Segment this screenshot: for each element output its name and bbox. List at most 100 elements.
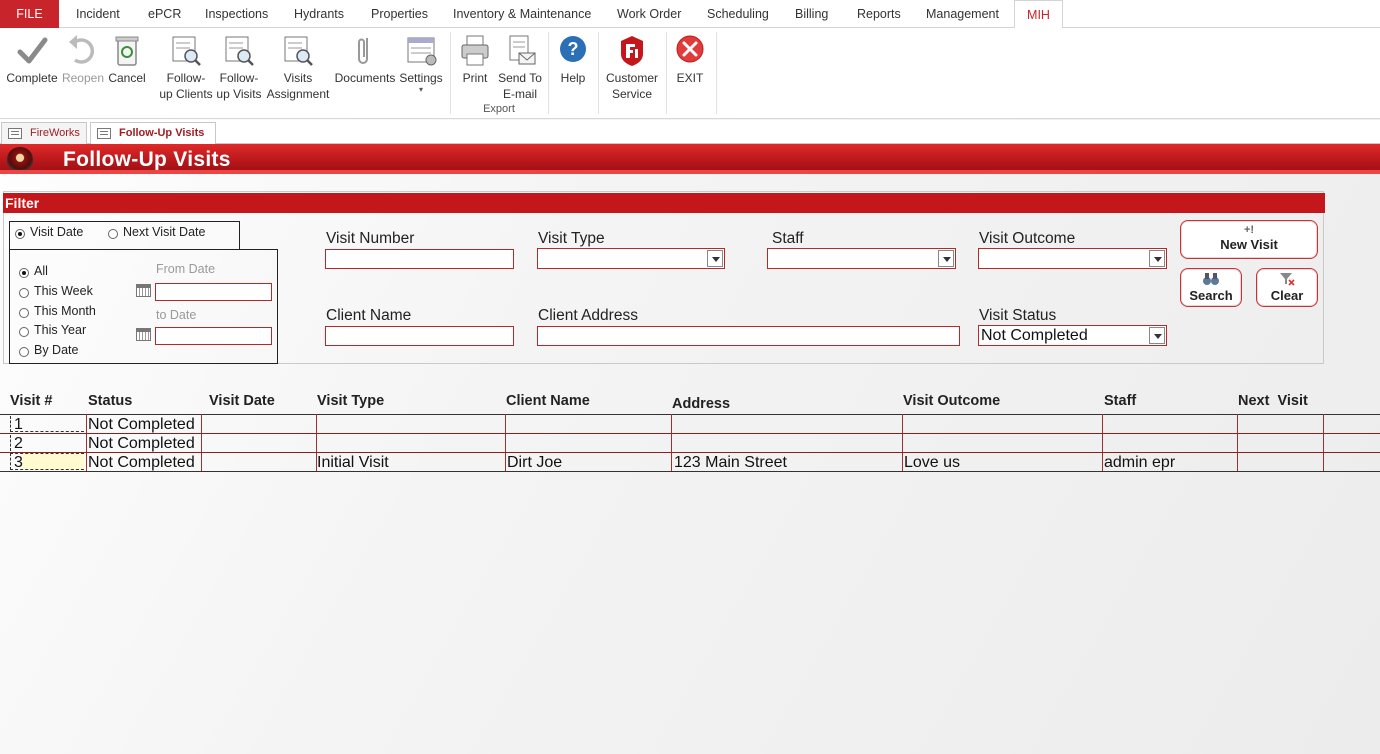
search-button[interactable]: Search (1180, 268, 1242, 307)
column-header-address[interactable]: Address (672, 396, 730, 412)
calendar-icon[interactable] (136, 328, 151, 341)
visit-type-label: Visit Type (538, 230, 605, 247)
column-header-visit-type[interactable]: Visit Type (317, 393, 384, 409)
cell-visit-no[interactable]: 1 (10, 416, 84, 433)
reopen-label: Reopen (61, 71, 105, 85)
column-header-visit-date[interactable]: Visit Date (209, 393, 275, 409)
cell-visit-no[interactable]: 2 (10, 435, 84, 452)
tab-fireworks[interactable]: FireWorks (1, 122, 87, 144)
radio-next-visit-date[interactable]: Next Visit Date (108, 225, 205, 239)
cell-status: Not Completed (88, 454, 195, 471)
add-record-icon: +! (1243, 224, 1255, 236)
menu-incident[interactable]: Incident (76, 0, 120, 28)
help-button[interactable]: ? Help (553, 32, 593, 86)
menu-inspections[interactable]: Inspections (205, 0, 268, 28)
radio-this-week[interactable]: This Week (19, 284, 93, 298)
to-date-input[interactable] (155, 327, 272, 345)
page-title-bar: Follow-Up Visits (0, 144, 1380, 174)
to-date-label: to Date (156, 308, 197, 322)
customer-service-label-1: Customer (605, 71, 658, 85)
cell-visit-no[interactable]: 3 (10, 453, 84, 471)
menu-epcr[interactable]: ePCR (148, 0, 181, 28)
radio-by-date[interactable]: By Date (19, 343, 78, 357)
cell-visit-type: Initial Visit (317, 454, 389, 471)
column-header-staff[interactable]: Staff (1104, 393, 1136, 409)
visits-assignment-button[interactable]: Visits Assignment (265, 32, 331, 102)
followup-clients-button[interactable]: Follow- up Clients (156, 32, 216, 102)
radio-this-month[interactable]: This Month (19, 304, 96, 318)
client-address-label: Client Address (538, 307, 638, 324)
menu-work-order[interactable]: Work Order (617, 0, 681, 28)
complete-button[interactable]: Complete (4, 32, 60, 86)
settings-label: Settings (399, 71, 443, 85)
column-header-next-visit[interactable]: Next Visit (1238, 393, 1308, 409)
cell-visit-outcome: Love us (904, 454, 961, 471)
menu-mih[interactable]: MIH (1014, 0, 1063, 29)
visit-status-select[interactable]: Not Completed (978, 325, 1167, 346)
cell-status: Not Completed (88, 435, 195, 452)
customer-service-button[interactable]: Customer Service (603, 32, 661, 102)
visit-status-label: Visit Status (979, 307, 1057, 324)
radio-visit-date-label: Visit Date (30, 225, 84, 239)
menu-properties[interactable]: Properties (371, 0, 428, 28)
column-header-client-name[interactable]: Client Name (506, 393, 590, 409)
send-email-label-2: E-mail (502, 87, 537, 101)
radio-this-year[interactable]: This Year (19, 323, 86, 337)
chevron-down-icon[interactable] (938, 250, 954, 267)
send-email-button[interactable]: Send To E-mail (496, 32, 544, 102)
menu-file[interactable]: FILE (0, 0, 59, 28)
column-header-visit-no[interactable]: Visit # (10, 393, 52, 409)
documents-button[interactable]: Documents (332, 32, 398, 86)
table-row[interactable]: 3 Not Completed Initial Visit Dirt Joe 1… (0, 453, 1380, 471)
reopen-button[interactable]: Reopen (60, 32, 106, 86)
document-tab-bar: FireWorks Follow-Up Visits (0, 120, 1380, 145)
menu-management[interactable]: Management (926, 0, 999, 28)
checkmark-icon (12, 32, 52, 70)
calendar-icon[interactable] (136, 284, 151, 297)
client-address-input[interactable] (537, 326, 960, 346)
visit-number-input[interactable] (325, 249, 514, 269)
column-header-visit-outcome[interactable]: Visit Outcome (903, 393, 1000, 409)
radio-all[interactable]: All (19, 264, 48, 278)
cell-status: Not Completed (88, 416, 195, 433)
radio-visit-date[interactable]: Visit Date (15, 225, 83, 239)
form-search-icon (278, 32, 318, 70)
help-icon: ? (553, 32, 593, 70)
table-row[interactable]: 1 Not Completed (0, 415, 1380, 433)
menu-inventory-maintenance[interactable]: Inventory & Maintenance (453, 0, 591, 28)
menu-billing[interactable]: Billing (795, 0, 828, 28)
chevron-down-icon[interactable] (707, 250, 723, 267)
followup-visits-label-1: Follow- (219, 71, 259, 85)
clear-label: Clear (1270, 288, 1304, 303)
visits-assignment-label-2: Assignment (266, 87, 330, 101)
settings-icon (401, 32, 441, 70)
tab-follow-up-visits[interactable]: Follow-Up Visits (90, 122, 216, 145)
cancel-button[interactable]: Cancel (106, 32, 148, 86)
visit-status-value: Not Completed (981, 327, 1088, 344)
exit-button[interactable]: EXIT (670, 32, 710, 86)
settings-button[interactable]: Settings ▾ (398, 32, 444, 94)
clear-filter-icon (1257, 272, 1317, 288)
chevron-down-icon[interactable] (1149, 250, 1165, 267)
visit-outcome-select[interactable] (978, 248, 1167, 269)
tab-follow-up-visits-label: Follow-Up Visits (119, 127, 205, 139)
menu-hydrants[interactable]: Hydrants (294, 0, 344, 28)
menu-scheduling[interactable]: Scheduling (707, 0, 769, 28)
visit-type-select[interactable] (537, 248, 725, 269)
client-name-input[interactable] (325, 326, 514, 346)
staff-select[interactable] (767, 248, 956, 269)
followup-visits-button[interactable]: Follow- up Visits (216, 32, 262, 102)
chevron-down-icon[interactable] (1149, 327, 1165, 344)
table-row[interactable]: 2 Not Completed (0, 434, 1380, 452)
new-visit-button[interactable]: +! New Visit (1180, 220, 1318, 259)
column-header-status[interactable]: Status (88, 393, 132, 409)
cell-staff: admin epr (1104, 454, 1176, 471)
from-date-input[interactable] (155, 283, 272, 301)
send-email-label-1: Send To (498, 71, 542, 85)
fire-department-badge-icon (7, 147, 33, 171)
fireworks-logo-icon (612, 32, 652, 70)
print-button[interactable]: Print (455, 32, 495, 86)
undo-icon (63, 32, 103, 70)
menu-reports[interactable]: Reports (857, 0, 901, 28)
clear-button[interactable]: Clear (1256, 268, 1318, 307)
